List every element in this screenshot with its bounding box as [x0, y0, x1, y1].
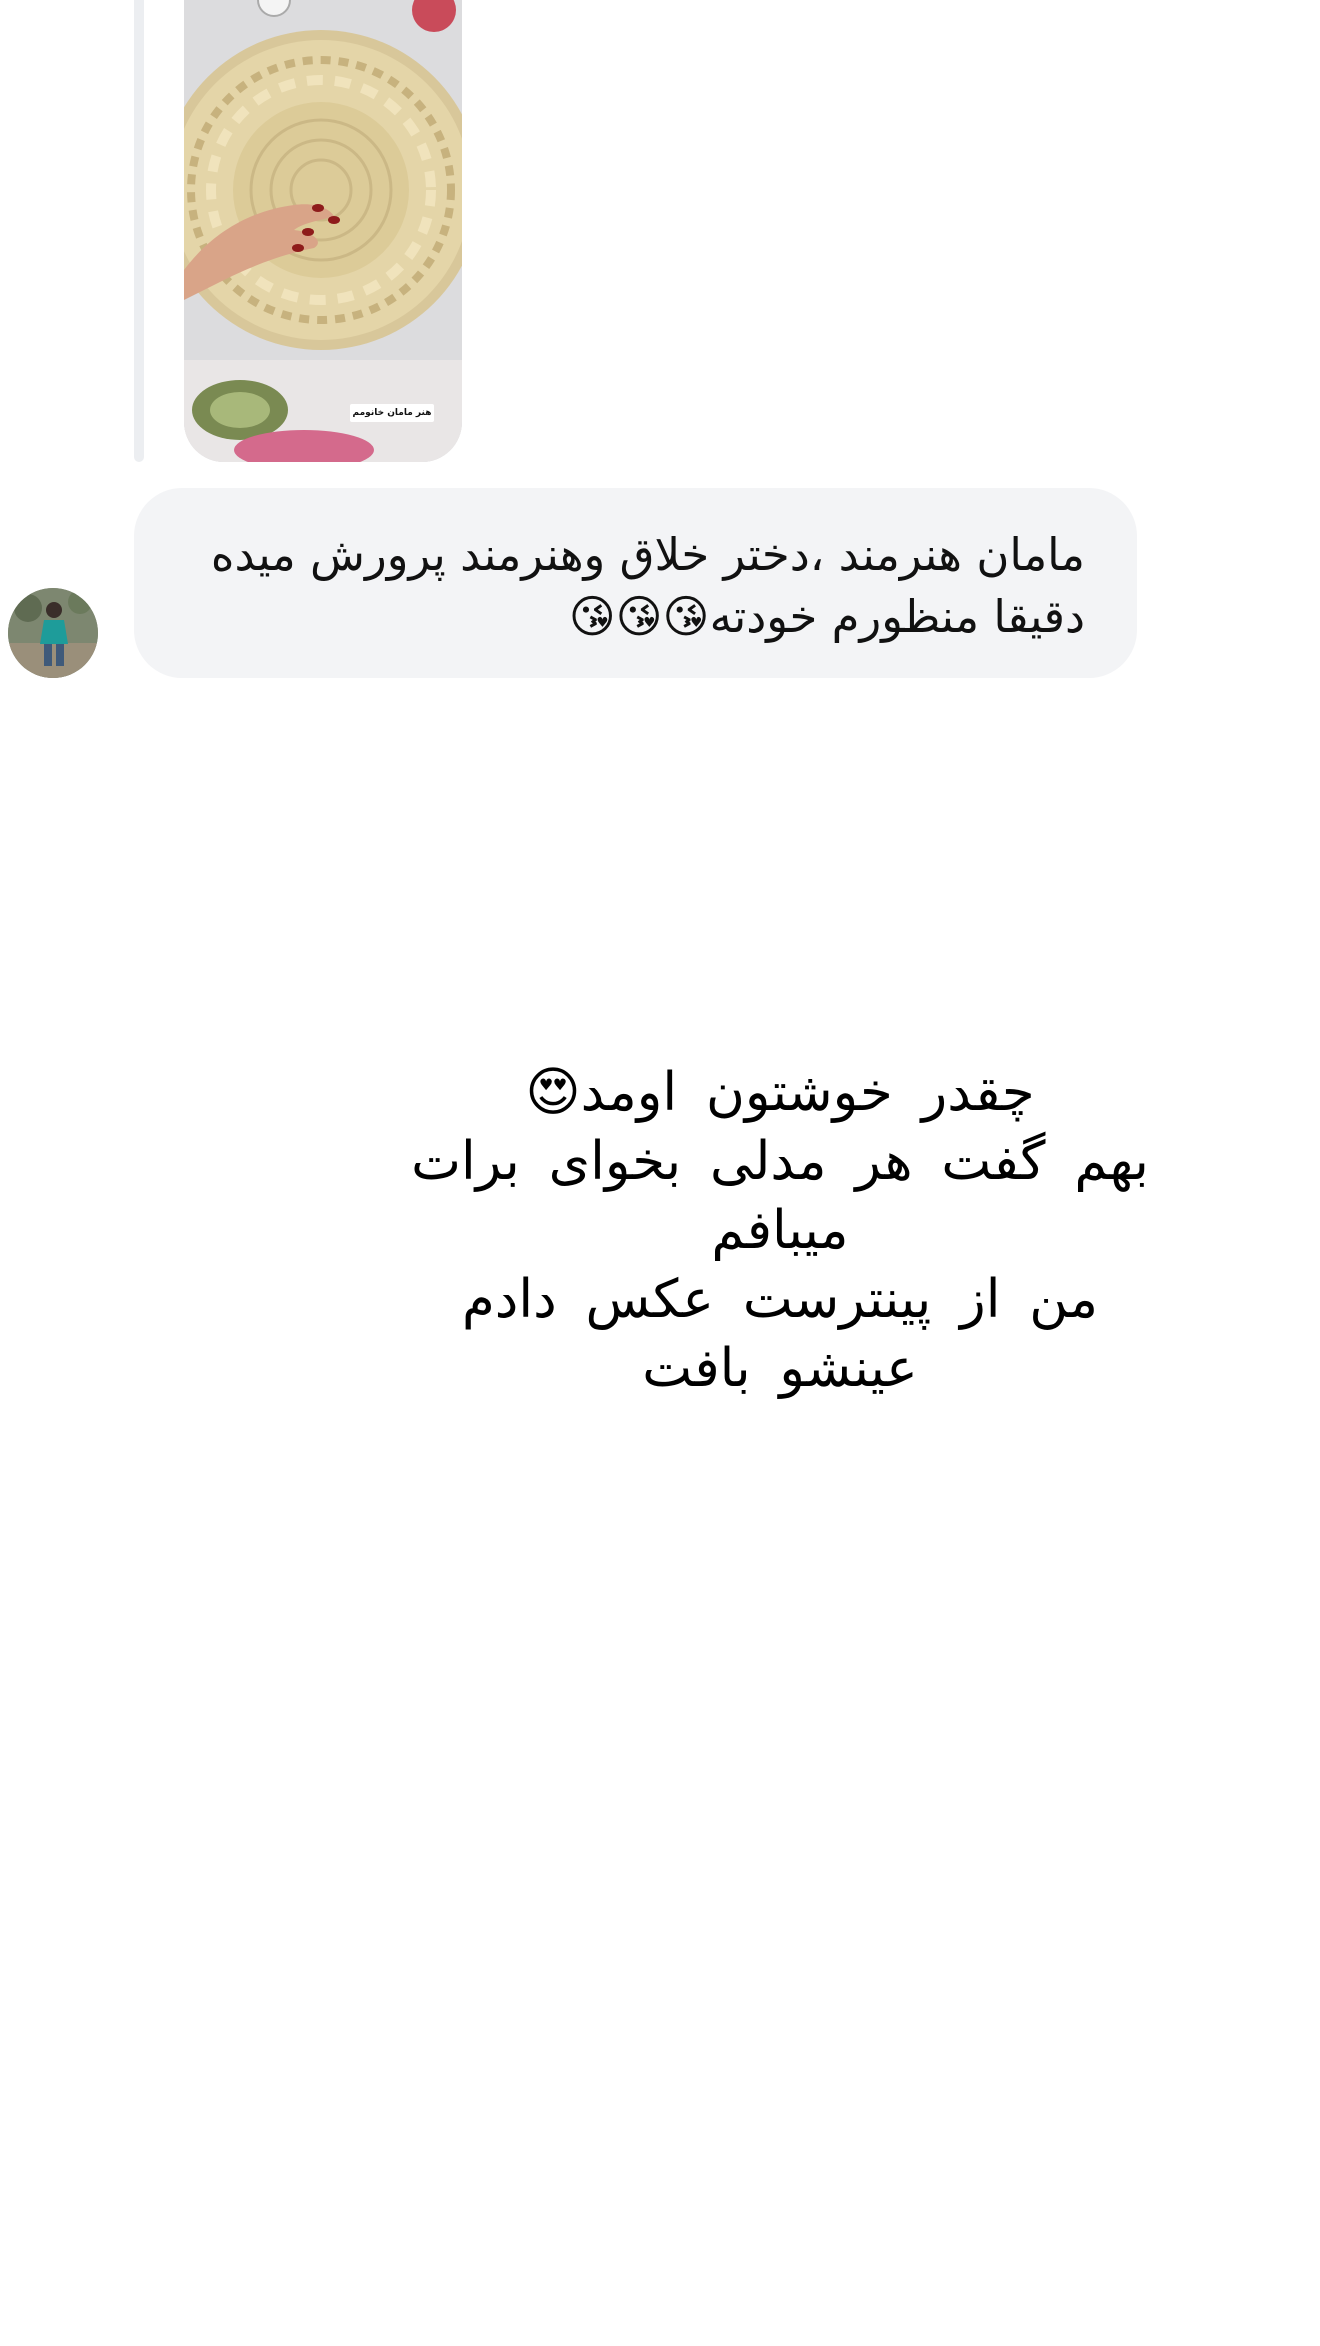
message-line: من از پینترست عکس دادم — [461, 1269, 1099, 1330]
story-image[interactable]: هنر مامان خانومم — [184, 0, 462, 462]
message-line: چقدر خوشتون اومد😍 — [525, 1062, 1035, 1123]
message-line: عینشو بافت — [642, 1338, 918, 1399]
incoming-message-bubble[interactable]: مامان هنرمند ،دختر خلاق وهنرمند پرورش می… — [134, 488, 1137, 678]
message-line: میبافم — [711, 1200, 849, 1261]
message-line: دقیقا منظورم خودته😘😘😘 — [568, 590, 1085, 643]
message-line: مامان هنرمند ،دختر خلاق وهنرمند پرورش می… — [210, 528, 1085, 581]
story-caption: هنر مامان خانومم — [350, 404, 434, 422]
message-line: بهم گفت هر مدلی بخوای برات — [411, 1131, 1149, 1192]
reply-quote-bar — [134, 0, 144, 462]
user-avatar-icon — [8, 588, 98, 678]
message-text-block: چقدر خوشتون اومد😍 بهم گفت هر مدلی بخوای … — [380, 1058, 1180, 1403]
crochet-placemat-photo — [184, 0, 462, 462]
sender-avatar[interactable] — [8, 588, 98, 678]
